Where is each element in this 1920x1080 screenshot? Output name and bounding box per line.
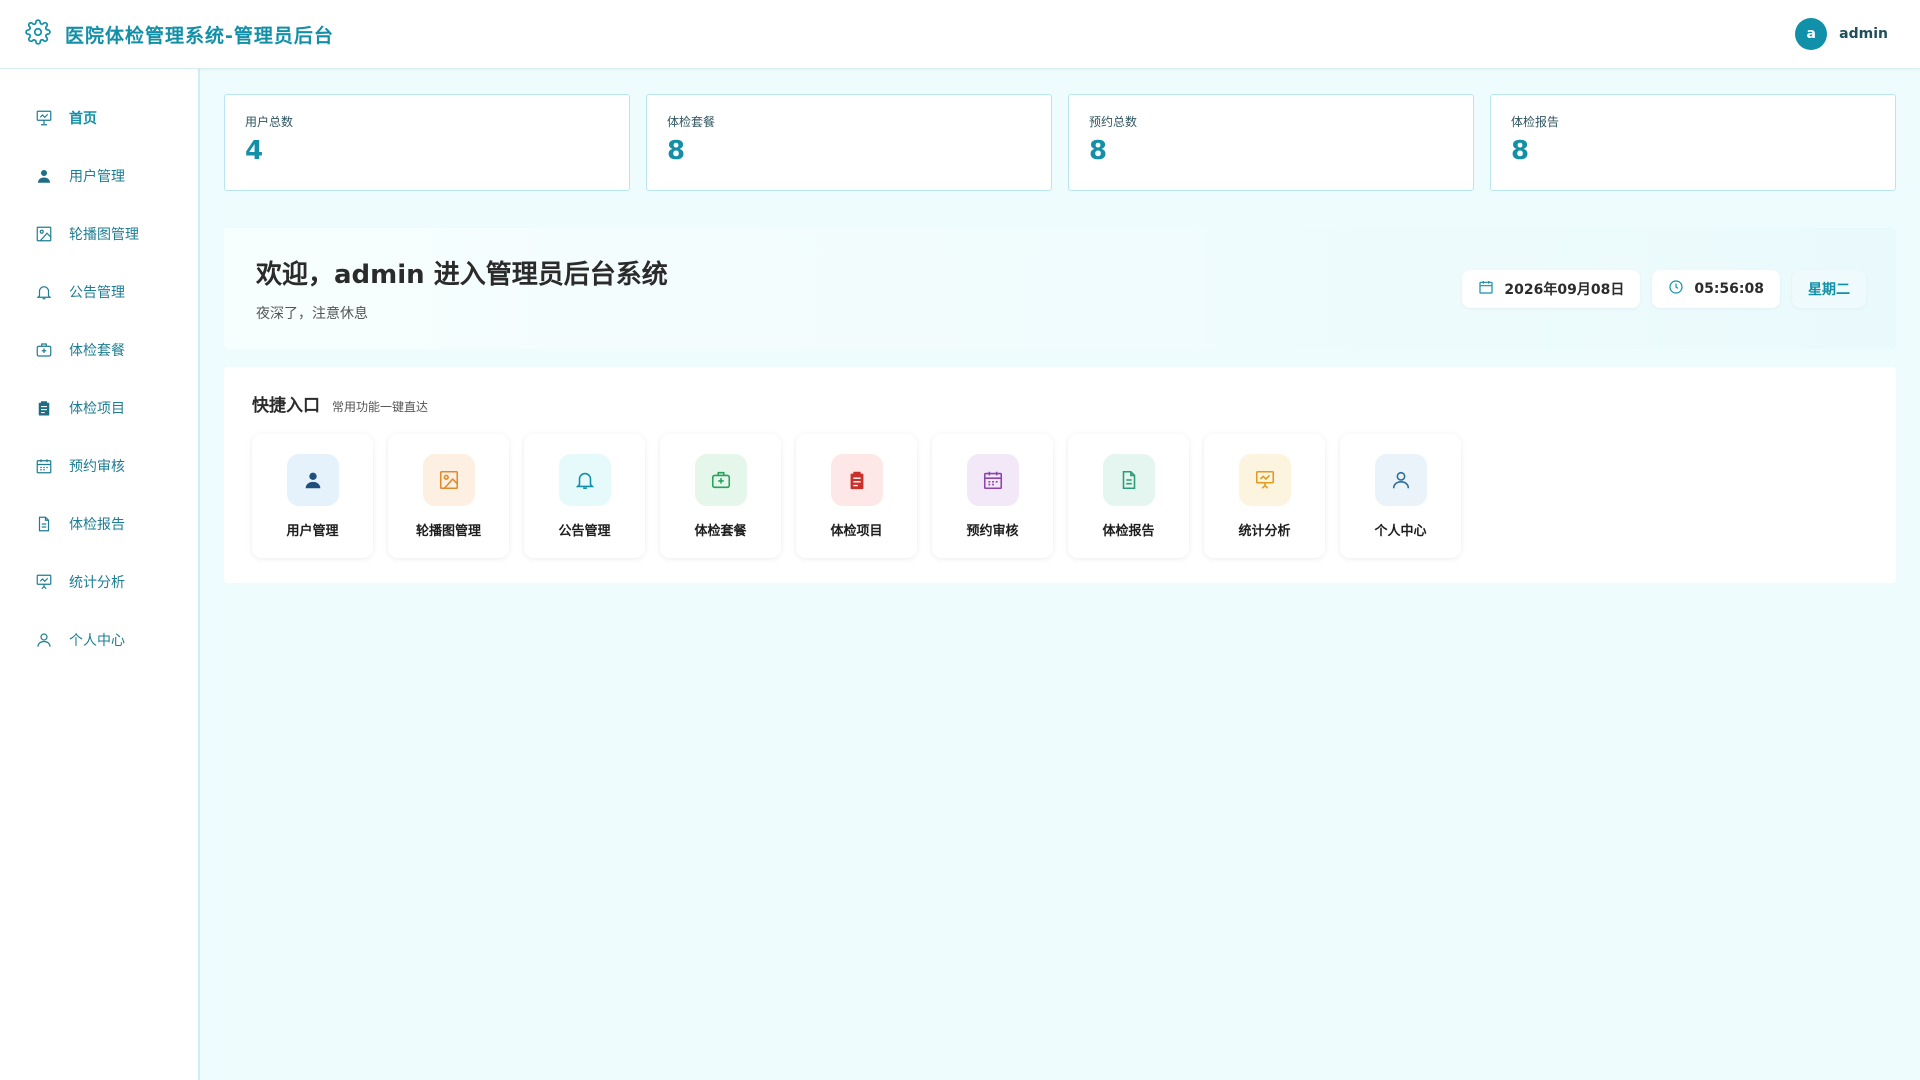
date-pill: 2026年09月08日 (1462, 269, 1641, 308)
bell-icon (35, 283, 53, 301)
user-outline-icon (35, 631, 53, 649)
sidebar-item-label: 预约审核 (69, 459, 125, 475)
quick-card-reports[interactable]: 体检报告 (1068, 434, 1189, 558)
quick-card-appointments[interactable]: 预约审核 (932, 434, 1053, 558)
image-icon (35, 225, 53, 243)
quick-card-label: 体检项目 (830, 524, 883, 539)
sidebar-item-label: 体检套餐 (69, 343, 125, 359)
quick-access-title: 快捷入口 (252, 396, 320, 416)
top-header: 医院体检管理系统-管理员后台 a admin (0, 0, 1920, 69)
stat-card-users: 用户总数 4 (224, 94, 630, 191)
quick-card-label: 体检报告 (1102, 524, 1155, 539)
presentation-icon (35, 109, 53, 127)
quick-card-label: 体检套餐 (694, 524, 747, 539)
clipboard-icon (35, 399, 53, 417)
stat-label: 体检套餐 (667, 115, 716, 129)
quick-card-label: 轮播图管理 (415, 524, 481, 539)
sidebar-item-statistics[interactable]: 统计分析 (0, 553, 198, 611)
sidebar-item-label: 公告管理 (69, 285, 125, 301)
sidebar-item-label: 统计分析 (69, 575, 125, 591)
stat-card-appointments: 预约总数 8 (1068, 94, 1474, 191)
main-content: 用户总数 4 体检套餐 8 预约总数 8 体检报告 8 欢迎，admin 进入管… (224, 94, 1896, 583)
sidebar-item-appointments[interactable]: 预约审核 (0, 437, 198, 495)
medical-kit-icon (694, 454, 747, 506)
sidebar-item-home[interactable]: 首页 (0, 89, 198, 147)
weekday-pill: 星期二 (1792, 269, 1866, 308)
app-title: 医院体检管理系统-管理员后台 (65, 24, 334, 47)
quick-access-grid: 用户管理 轮播图管理 公告管理 体检套餐 体检项目 预约审核 体检报告 统计分析… (252, 434, 1868, 558)
quick-card-label: 公告管理 (558, 524, 611, 539)
sidebar-item-label: 体检报告 (69, 517, 125, 533)
calendar-icon (1478, 279, 1494, 299)
sidebar-item-users[interactable]: 用户管理 (0, 147, 198, 205)
stat-value: 8 (1089, 136, 1108, 166)
quick-card-users[interactable]: 用户管理 (252, 434, 373, 558)
sidebar: 首页 用户管理 轮播图管理 公告管理 体检套餐 体检项目 预约审核 体检报告 统… (0, 69, 200, 1080)
sidebar-item-label: 用户管理 (69, 169, 125, 185)
avatar[interactable]: a (1795, 18, 1828, 50)
username[interactable]: admin (1839, 26, 1888, 42)
stats-row: 用户总数 4 体检套餐 8 预约总数 8 体检报告 8 (224, 94, 1896, 191)
document-icon (35, 515, 53, 533)
medical-kit-icon (35, 341, 53, 359)
sidebar-item-profile[interactable]: 个人中心 (0, 611, 198, 669)
user-filled-icon (286, 454, 339, 506)
stat-card-packages: 体检套餐 8 (646, 94, 1052, 191)
chart-board-icon (35, 573, 53, 591)
sidebar-item-reports[interactable]: 体检报告 (0, 495, 198, 553)
quick-card-exam-items[interactable]: 体检项目 (796, 434, 917, 558)
sidebar-item-notices[interactable]: 公告管理 (0, 263, 198, 321)
clipboard-icon (830, 454, 883, 506)
calendar-icon (35, 457, 53, 475)
document-icon (1102, 454, 1155, 506)
stat-card-reports: 体检报告 8 (1490, 94, 1896, 191)
bell-icon (558, 454, 611, 506)
quick-card-packages[interactable]: 体检套餐 (660, 434, 781, 558)
quick-access-header: 快捷入口 常用功能一键直达 (252, 391, 1868, 416)
quick-card-label: 用户管理 (286, 524, 339, 539)
user-filled-icon (35, 167, 53, 185)
stat-label: 预约总数 (1089, 115, 1138, 129)
welcome-text: 欢迎，admin 进入管理员后台系统 夜深了，注意休息 (256, 254, 668, 323)
sidebar-item-label: 体检项目 (69, 401, 125, 417)
quick-card-label: 预约审核 (966, 524, 1019, 539)
image-icon (422, 454, 475, 506)
quick-card-statistics[interactable]: 统计分析 (1204, 434, 1325, 558)
stat-label: 体检报告 (1511, 115, 1560, 129)
sidebar-item-label: 轮播图管理 (69, 227, 139, 243)
quick-access-panel: 快捷入口 常用功能一键直达 用户管理 轮播图管理 公告管理 体检套餐 体检项目 … (224, 367, 1896, 583)
stat-value: 4 (245, 136, 264, 166)
chart-board-icon (1238, 454, 1291, 506)
brand: 医院体检管理系统-管理员后台 (25, 19, 334, 49)
sidebar-item-carousel[interactable]: 轮播图管理 (0, 205, 198, 263)
quick-card-label: 统计分析 (1238, 524, 1291, 539)
sidebar-item-label: 首页 (69, 111, 97, 127)
stat-value: 8 (1511, 136, 1530, 166)
gear-icon (25, 19, 51, 49)
quick-card-notices[interactable]: 公告管理 (524, 434, 645, 558)
quick-card-profile[interactable]: 个人中心 (1340, 434, 1461, 558)
stat-label: 用户总数 (245, 115, 294, 129)
quick-access-subtitle: 常用功能一键直达 (332, 400, 429, 414)
clock-icon (1668, 279, 1684, 299)
time-text: 05:56:08 (1694, 280, 1764, 297)
sidebar-item-exam-items[interactable]: 体检项目 (0, 379, 198, 437)
datetime-group: 2026年09月08日 05:56:08 星期二 (1462, 269, 1866, 308)
user-outline-icon (1374, 454, 1427, 506)
welcome-title: 欢迎，admin 进入管理员后台系统 (256, 260, 668, 290)
welcome-subtitle: 夜深了，注意休息 (256, 306, 368, 322)
welcome-banner: 欢迎，admin 进入管理员后台系统 夜深了，注意休息 2026年09月08日 … (224, 228, 1896, 349)
user-menu[interactable]: a admin (1795, 18, 1888, 50)
calendar-icon (966, 454, 1019, 506)
stat-value: 8 (667, 136, 686, 166)
time-pill: 05:56:08 (1652, 269, 1780, 308)
date-text: 2026年09月08日 (1504, 281, 1625, 298)
weekday-text: 星期二 (1808, 281, 1850, 298)
quick-card-label: 个人中心 (1374, 524, 1427, 539)
quick-card-carousel[interactable]: 轮播图管理 (388, 434, 509, 558)
sidebar-item-label: 个人中心 (69, 633, 125, 649)
sidebar-item-packages[interactable]: 体检套餐 (0, 321, 198, 379)
